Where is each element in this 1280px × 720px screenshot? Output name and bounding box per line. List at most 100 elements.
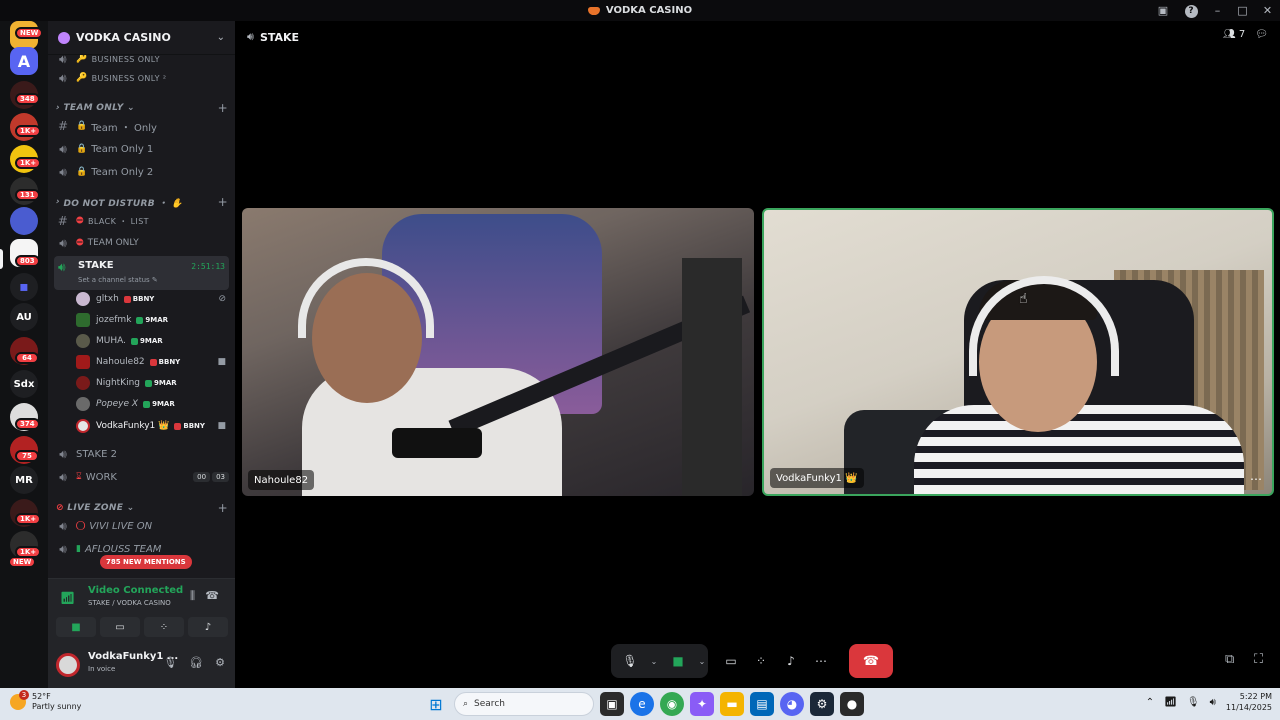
server-icon[interactable]: A (10, 47, 38, 75)
channel-work[interactable]: 🔊︎ ⌛︎ WORK 00 03 (54, 467, 229, 487)
guild-header[interactable]: VODKA CASINO ⌄ (48, 21, 235, 55)
channel-label: TEAM ONLY (87, 238, 139, 248)
microphone-icon[interactable]: 🎙︎ (1187, 697, 1200, 708)
voice-member[interactable]: MUHA. 9MAR (76, 331, 226, 351)
video-tile-nahoule82[interactable]: Nahoule82 (242, 208, 754, 496)
clock-date: 11/14/2025 (1225, 703, 1272, 712)
server-icon[interactable]: MR (10, 466, 38, 494)
channel-business-only-2[interactable]: 🔊︎ 🔑 BUSINESS ONLY ² (54, 68, 229, 88)
channel-status[interactable]: Set a channel status ✎ (78, 276, 158, 284)
chat-icon[interactable]: 💬︎ (1255, 29, 1268, 40)
edge-icon[interactable]: e (630, 692, 654, 716)
avatar (76, 355, 90, 369)
user-controls: 🎙︎ 🎧︎ ⚙︎ (163, 656, 225, 669)
channel-black-list[interactable]: # ⛔︎ BLACK ・ LIST (54, 211, 229, 231)
network-icon[interactable]: 📶︎ (1164, 697, 1177, 708)
voice-member[interactable]: Popeye X 9MAR (76, 394, 226, 414)
search-box[interactable]: ⌕ Search (454, 692, 594, 716)
minimize-button[interactable]: – (1205, 4, 1230, 17)
channel-stake-active[interactable]: 🔊︎ STAKE 2:51:13 Set a channel status ✎ (54, 256, 229, 290)
microphone (392, 428, 482, 458)
new-mentions-pill[interactable]: 785 NEW MENTIONS (100, 555, 192, 569)
file-explorer-icon[interactable]: ▬ (720, 692, 744, 716)
clock[interactable]: 5:22 PM 11/14/2025 (1226, 691, 1272, 713)
inbox-icon[interactable]: ▣ (1149, 4, 1177, 17)
channel-label: BUSINESS ONLY ² (91, 73, 167, 83)
folder-icon[interactable]: ▪ (10, 273, 38, 301)
screen-share-button[interactable]: ▭ (100, 617, 140, 637)
voice-member[interactable]: gltxh BBNY ⊘ (76, 289, 226, 309)
microphone-icon[interactable]: 🎙︎ (163, 656, 177, 669)
popout-icon[interactable]: ⧉ (1225, 652, 1234, 667)
maximize-button[interactable]: □ (1230, 4, 1255, 17)
circle-icon: ⭕︎ (76, 521, 86, 531)
copilot-icon[interactable]: ✦ (690, 692, 714, 716)
chrome-icon[interactable]: ◉ (660, 692, 684, 716)
more-options-icon[interactable]: ⋯ (1250, 472, 1262, 486)
server-icon[interactable]: Sdx (10, 370, 38, 398)
camera-icon[interactable]: ■ (665, 647, 691, 675)
headphones-icon[interactable]: 🎧︎ (189, 656, 203, 669)
video-tile-vodkafunky1[interactable]: VodkaFunky1 👑 ⋯ (762, 208, 1274, 496)
store-icon[interactable]: ▤ (750, 692, 774, 716)
channel-business-only[interactable]: 🔊︎ 🔑 BUSINESS ONLY (54, 55, 229, 69)
soundboard-button[interactable]: ♪ (188, 617, 228, 637)
channel-vivi-live[interactable]: 🔊︎ ⭕︎ VIVI LIVE ON (54, 516, 229, 536)
close-button[interactable]: ✕ (1255, 4, 1280, 17)
speaker-icon: 🔊︎ (59, 164, 67, 179)
chevron-down-icon[interactable]: ⌄ (695, 647, 709, 675)
task-view-icon[interactable]: ▣ (600, 692, 624, 716)
channel-team-only-2[interactable]: 🔊︎ 🔒 Team Only 2 (54, 162, 229, 182)
disconnect-icon[interactable]: ☎︎ (205, 589, 219, 602)
channel-label: Team Only 2 (91, 166, 154, 178)
fullscreen-icon[interactable]: ⛶ (1254, 652, 1263, 667)
soundboard-icon[interactable]: ♪ (778, 647, 804, 675)
add-channel-icon[interactable]: + (218, 501, 228, 515)
weather-widget[interactable]: 3 52°F Partly sunny (10, 690, 81, 712)
channel-team-only-voice[interactable]: 🔊︎ ⛔︎ TEAM ONLY (54, 233, 229, 253)
voice-member[interactable]: NightKing 9MAR (76, 373, 226, 393)
windows-start-icon[interactable]: ⊞ (424, 692, 448, 716)
channel-team-only[interactable]: # 🔒 Team ・ Only (54, 116, 229, 136)
add-channel-icon[interactable]: + (218, 101, 228, 115)
channel-stake-2[interactable]: 🔊︎ STAKE 2 (54, 444, 229, 464)
disconnect-button[interactable]: ☎︎ (849, 644, 893, 678)
avatar[interactable] (56, 653, 80, 677)
add-channel-icon[interactable]: + (218, 195, 228, 209)
server-icon[interactable]: AU (10, 303, 38, 331)
server-icon[interactable] (10, 207, 38, 235)
app-icon[interactable]: ● (840, 692, 864, 716)
voice-member[interactable]: Nahoule82 BBNY ■ (76, 352, 226, 372)
steam-icon[interactable]: ⚙︎ (810, 692, 834, 716)
participants-button[interactable]: 👥︎ 7 (1223, 29, 1245, 40)
help-icon[interactable]: ? (1177, 3, 1205, 18)
chevron-down-icon[interactable]: ⌄ (647, 647, 661, 675)
more-options-icon[interactable]: ⋯ (808, 647, 834, 675)
gear-icon[interactable]: ⚙︎ (215, 656, 225, 669)
chevron-up-icon[interactable]: ⌃ (1146, 697, 1154, 708)
screen-share-icon[interactable]: ▭ (718, 647, 744, 675)
channel-team-only-1[interactable]: 🔊︎ 🔒 Team Only 1 (54, 139, 229, 159)
noise-suppression-icon[interactable]: ⫼ (190, 589, 195, 603)
activities-icon[interactable]: ⁘ (748, 647, 774, 675)
lock-icon: 🔒 (76, 167, 88, 177)
discord-window: VODKA CASINO ▣ ? – □ ✕ NEW A 348 1K+ 1K+… (0, 0, 1280, 720)
signal-icon[interactable]: 📶︎ (60, 591, 75, 605)
category-team-only[interactable]: › TEAM ONLY ⌄ + (56, 100, 228, 116)
voice-member[interactable]: VodkaFunky1 👑 BBNY ■ (76, 416, 226, 436)
avatar (76, 334, 90, 348)
category-do-not-disturb[interactable]: › DO NOT DISTURB ・ ✋ + (56, 194, 228, 210)
volume-icon[interactable]: 🔊︎ (1210, 697, 1216, 708)
discord-icon[interactable]: ◕ (780, 692, 804, 716)
user-limit-badge: 00 03 (193, 472, 229, 482)
server-badge: NEW (15, 27, 44, 39)
activities-button[interactable]: ⁘ (144, 617, 184, 637)
member-tag: BBNY (149, 358, 180, 366)
camera-button[interactable]: ■ (56, 617, 96, 637)
voice-channel[interactable]: STAKE / VODKA CASINO (88, 599, 171, 607)
server-badge: 803 (15, 255, 40, 267)
category-live-zone[interactable]: ⊘ LIVE ZONE ⌄ + (56, 500, 228, 516)
microphone-icon[interactable]: 🎙︎ (617, 647, 643, 675)
voice-member[interactable]: jozefmk 9MAR (76, 310, 226, 330)
call-timer: 2:51:13 (191, 262, 225, 271)
